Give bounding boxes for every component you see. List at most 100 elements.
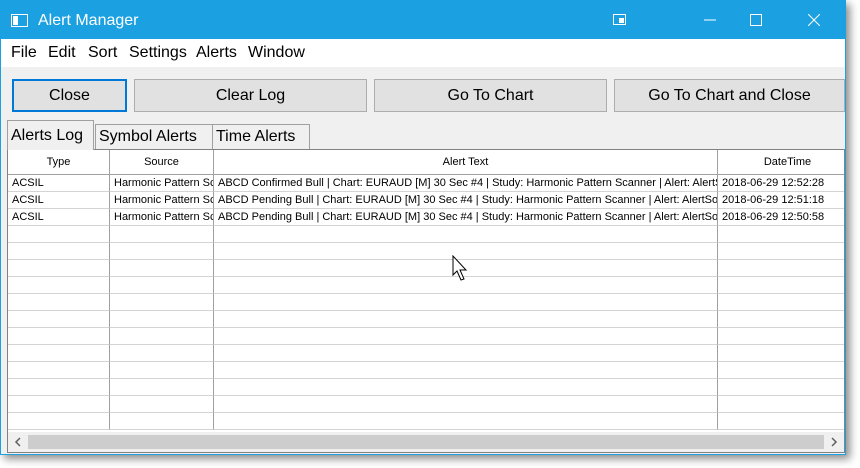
table-cell: Harmonic Pattern Scanner bbox=[110, 209, 214, 226]
empty-table-row[interactable] bbox=[8, 345, 844, 362]
menu-window[interactable]: Window bbox=[248, 44, 305, 62]
table-cell: ABCD Confirmed Bull | Chart: EURAUD [M] … bbox=[214, 175, 718, 192]
table-cell bbox=[214, 345, 718, 362]
alerts-log-grid[interactable]: Type Source Alert Text DateTime ACSIL Har… bbox=[7, 149, 845, 453]
table-cell bbox=[110, 277, 214, 294]
table-cell bbox=[110, 328, 214, 345]
empty-table-row[interactable] bbox=[8, 379, 844, 396]
table-cell: ACSIL bbox=[8, 209, 110, 226]
table-cell bbox=[110, 345, 214, 362]
go-to-chart-button[interactable]: Go To Chart bbox=[374, 79, 607, 112]
empty-table-row[interactable] bbox=[8, 396, 844, 413]
empty-table-row[interactable] bbox=[8, 311, 844, 328]
table-cell bbox=[110, 396, 214, 413]
maximize-button[interactable] bbox=[733, 1, 779, 39]
table-cell bbox=[8, 277, 110, 294]
table-cell bbox=[214, 311, 718, 328]
scrollbar-thumb[interactable] bbox=[28, 435, 824, 449]
empty-table-row[interactable] bbox=[8, 328, 844, 345]
table-row[interactable]: ACSILHarmonic Pattern ScannerABCD Pendin… bbox=[8, 192, 844, 209]
empty-table-row[interactable] bbox=[8, 294, 844, 311]
table-cell bbox=[214, 379, 718, 396]
table-cell bbox=[718, 328, 844, 345]
table-cell bbox=[718, 345, 844, 362]
minimize-button[interactable] bbox=[687, 1, 733, 39]
table-cell: ABCD Pending Bull | Chart: EURAUD [M] 30… bbox=[214, 192, 718, 209]
table-cell bbox=[110, 260, 214, 277]
table-cell bbox=[110, 243, 214, 260]
empty-table-row[interactable] bbox=[8, 226, 844, 243]
empty-table-row[interactable] bbox=[8, 362, 844, 379]
clear-log-button[interactable]: Clear Log bbox=[134, 79, 367, 112]
menu-sort[interactable]: Sort bbox=[88, 44, 117, 62]
scroll-right-icon bbox=[831, 437, 838, 447]
table-cell bbox=[718, 277, 844, 294]
table-cell bbox=[8, 396, 110, 413]
table-cell bbox=[718, 413, 844, 430]
snap-button[interactable] bbox=[597, 1, 643, 39]
snap-icon bbox=[613, 14, 626, 25]
table-cell bbox=[718, 396, 844, 413]
column-header-datetime[interactable]: DateTime bbox=[718, 150, 844, 175]
table-cell bbox=[110, 294, 214, 311]
scroll-right-button[interactable] bbox=[824, 432, 844, 452]
table-cell: ABCD Pending Bull | Chart: EURAUD [M] 30… bbox=[214, 209, 718, 226]
table-cell: ACSIL bbox=[8, 192, 110, 209]
empty-table-row[interactable] bbox=[8, 277, 844, 294]
tab-time-alerts[interactable]: Time Alerts bbox=[212, 124, 310, 149]
table-cell bbox=[8, 311, 110, 328]
alert-manager-window: Alert Manager File Edit Sort Settings Al… bbox=[0, 0, 846, 455]
empty-table-row[interactable] bbox=[8, 260, 844, 277]
table-cell bbox=[214, 362, 718, 379]
table-cell bbox=[8, 362, 110, 379]
scroll-left-button[interactable] bbox=[8, 432, 28, 452]
empty-table-row[interactable] bbox=[8, 413, 844, 430]
menu-edit[interactable]: Edit bbox=[48, 44, 76, 62]
menu-file[interactable]: File bbox=[11, 44, 37, 62]
go-to-chart-and-close-button[interactable]: Go To Chart and Close bbox=[614, 79, 845, 112]
table-cell bbox=[718, 379, 844, 396]
column-header-type[interactable]: Type bbox=[8, 150, 110, 175]
maximize-icon bbox=[750, 14, 762, 26]
table-cell: 2018-06-29 12:50:58 bbox=[718, 209, 844, 226]
tab-symbol-alerts[interactable]: Symbol Alerts bbox=[95, 124, 213, 149]
table-cell bbox=[718, 260, 844, 277]
table-cell bbox=[8, 294, 110, 311]
table-cell bbox=[8, 226, 110, 243]
title-bar[interactable]: Alert Manager bbox=[1, 1, 845, 39]
table-row[interactable]: ACSILHarmonic Pattern ScannerABCD Confir… bbox=[8, 175, 844, 192]
menu-settings[interactable]: Settings bbox=[129, 44, 187, 62]
close-button[interactable]: Close bbox=[12, 79, 127, 112]
table-cell: 2018-06-29 12:52:28 bbox=[718, 175, 844, 192]
table-cell bbox=[110, 362, 214, 379]
column-header-source[interactable]: Source bbox=[110, 150, 214, 175]
mouse-cursor-icon bbox=[452, 255, 468, 281]
table-cell: 2018-06-29 12:51:18 bbox=[718, 192, 844, 209]
table-cell bbox=[110, 413, 214, 430]
table-cell bbox=[718, 226, 844, 243]
app-window-icon bbox=[11, 14, 28, 27]
table-cell bbox=[8, 413, 110, 430]
table-cell: ACSIL bbox=[8, 175, 110, 192]
empty-table-row[interactable] bbox=[8, 243, 844, 260]
table-row[interactable]: ACSILHarmonic Pattern ScannerABCD Pendin… bbox=[8, 209, 844, 226]
table-cell: Harmonic Pattern Scanner bbox=[110, 192, 214, 209]
horizontal-scrollbar[interactable] bbox=[8, 432, 844, 452]
table-cell bbox=[214, 396, 718, 413]
table-cell bbox=[8, 379, 110, 396]
table-cell bbox=[214, 328, 718, 345]
table-cell bbox=[718, 243, 844, 260]
window-title: Alert Manager bbox=[38, 12, 139, 29]
table-cell bbox=[8, 328, 110, 345]
column-header-alert-text[interactable]: Alert Text bbox=[214, 150, 718, 175]
table-cell bbox=[8, 243, 110, 260]
menu-alerts[interactable]: Alerts bbox=[196, 44, 237, 62]
table-cell bbox=[8, 260, 110, 277]
close-window-button[interactable] bbox=[791, 1, 837, 39]
table-cell bbox=[110, 311, 214, 328]
close-icon bbox=[808, 14, 820, 26]
tab-alerts-log[interactable]: Alerts Log bbox=[7, 120, 94, 150]
table-cell bbox=[214, 413, 718, 430]
table-cell bbox=[718, 311, 844, 328]
table-cell bbox=[110, 379, 214, 396]
